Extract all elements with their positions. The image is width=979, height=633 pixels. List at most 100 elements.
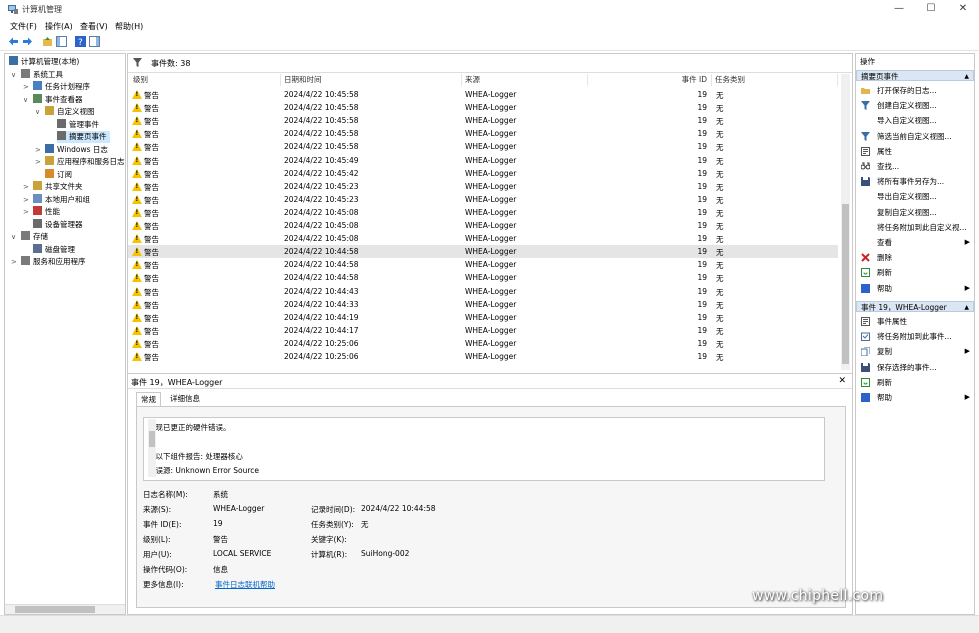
action-item[interactable]: 保存选择的事件... (856, 361, 974, 374)
table-row[interactable]: 警告 2024/4/22 10:45:58 WHEA-Logger 19 无 (128, 88, 838, 101)
table-row[interactable]: 警告 2024/4/22 10:45:58 WHEA-Logger 19 无 (128, 140, 838, 153)
event-description[interactable]: 出现已更正的硬件错误。 由以下组件报告: 处理器核心 错误源: Unknown … (143, 417, 825, 481)
action-item[interactable]: 筛选当前自定义视图... (856, 130, 974, 143)
tree-item[interactable]: ∨ 存储 (11, 231, 48, 243)
tree-scroll-thumb[interactable] (15, 606, 95, 613)
table-row[interactable]: 警告 2024/4/22 10:45:23 WHEA-Logger 19 无 (128, 193, 838, 206)
back-arrow-icon[interactable] (8, 36, 19, 47)
tree-expander-icon[interactable]: > (23, 194, 31, 206)
menu-view[interactable]: 查看(V) (80, 21, 108, 32)
tree-expander-icon[interactable]: > (23, 206, 31, 218)
show-action-pane-icon[interactable] (89, 36, 100, 47)
table-row[interactable]: 警告 2024/4/22 10:45:08 WHEA-Logger 19 无 (128, 206, 838, 219)
table-row[interactable]: 警告 2024/4/22 10:25:06 WHEA-Logger 19 无 (128, 337, 838, 350)
tree-item[interactable]: 摘要页事件 (57, 131, 110, 143)
tree-item[interactable]: 计算机管理(本地) (9, 56, 79, 68)
table-row[interactable]: 警告 2024/4/22 10:45:08 WHEA-Logger 19 无 (128, 232, 838, 245)
action-item[interactable]: 删除 (856, 251, 974, 264)
tree-item[interactable]: > 服务和应用程序 (11, 256, 86, 268)
tree-item[interactable]: > 性能 (23, 206, 60, 218)
tree-item[interactable]: ∨ 事件查看器 (23, 93, 83, 106)
tree-item[interactable]: > 应用程序和服务日志 (35, 156, 125, 168)
action-item[interactable]: 帮助 ▶ (856, 391, 974, 404)
action-item[interactable]: 刷新 (856, 376, 974, 389)
tree-item[interactable]: > 本地用户和组 (23, 193, 90, 206)
tree-expander-icon[interactable]: > (11, 256, 19, 268)
action-item[interactable]: 打开保存的日志... (856, 84, 974, 97)
tree-expander-icon[interactable]: ∨ (11, 69, 19, 81)
table-row[interactable]: 警告 2024/4/22 10:45:58 WHEA-Logger 19 无 (128, 114, 838, 127)
action-item[interactable]: 导入自定义视图... (856, 114, 974, 127)
tree-item[interactable]: 订阅 (45, 168, 72, 181)
tab-general[interactable]: 常规 (136, 392, 161, 407)
action-item[interactable]: 属性 (856, 145, 974, 158)
collapse-icon[interactable]: ▲ (964, 71, 969, 82)
tree-item[interactable]: 管理事件 (57, 118, 99, 131)
events-scroll-thumb[interactable] (842, 204, 849, 364)
table-row[interactable]: 警告 2024/4/22 10:44:43 WHEA-Logger 19 无 (128, 285, 838, 298)
action-item[interactable]: 将任务附加到此自定义视... (856, 221, 974, 234)
action-item[interactable]: 导出自定义视图... (856, 190, 974, 203)
menu-file[interactable]: 文件(F) (10, 21, 37, 32)
table-row[interactable]: 警告 2024/4/22 10:45:08 WHEA-Logger 19 无 (128, 219, 838, 232)
description-scroll-thumb[interactable] (149, 431, 155, 447)
table-row[interactable]: 警告 2024/4/22 10:44:33 WHEA-Logger 19 无 (128, 298, 838, 311)
action-item[interactable]: 事件属性 (856, 315, 974, 328)
minimize-button[interactable]: — (884, 2, 914, 16)
table-row[interactable]: 警告 2024/4/22 10:45:49 WHEA-Logger 19 无 (128, 154, 838, 167)
table-row[interactable]: 警告 2024/4/22 10:44:58 WHEA-Logger 19 无 (128, 258, 838, 271)
tree-item[interactable]: > Windows 日志 (35, 143, 108, 156)
forward-arrow-icon[interactable] (22, 36, 33, 47)
action-item[interactable]: 创建自定义视图... (856, 99, 974, 112)
tree-item[interactable]: ∨ 自定义视图 (35, 106, 95, 118)
column-event-id[interactable]: 事件 ID (588, 74, 712, 86)
table-row[interactable]: 警告 2024/4/22 10:45:58 WHEA-Logger 19 无 (128, 127, 838, 140)
table-row[interactable]: 警告 2024/4/22 10:45:58 WHEA-Logger 19 无 (128, 101, 838, 114)
action-item[interactable]: 将任务附加到此事件... (856, 330, 974, 343)
actions-section-event[interactable]: 事件 19，WHEA-Logger ▲ (856, 301, 974, 312)
column-task-category[interactable]: 任务类别 (712, 74, 838, 86)
tree-expander-icon[interactable]: > (23, 181, 31, 193)
tree-item[interactable]: ∨ 系统工具 (11, 68, 63, 81)
tree-horizontal-scrollbar[interactable] (5, 604, 125, 614)
action-item[interactable]: 查看 ▶ (856, 236, 974, 249)
events-scrollbar[interactable] (841, 74, 850, 370)
collapse-icon[interactable]: ▲ (964, 302, 969, 313)
close-button[interactable]: ✕ (948, 2, 978, 16)
help-icon[interactable]: ? (75, 36, 86, 47)
description-scrollbar[interactable] (148, 419, 156, 477)
tree-expander-icon[interactable]: ∨ (23, 94, 31, 106)
table-row[interactable]: 警告 2024/4/22 10:44:19 WHEA-Logger 19 无 (128, 311, 838, 324)
column-level[interactable]: 级别 (130, 74, 281, 86)
more-info-link[interactable]: 事件日志联机帮助 (215, 579, 275, 590)
up-folder-icon[interactable] (42, 36, 53, 47)
action-item[interactable]: 刷新 (856, 266, 974, 279)
action-item[interactable]: 查找... (856, 160, 974, 173)
table-row[interactable]: 警告 2024/4/22 10:45:42 WHEA-Logger 19 无 (128, 167, 838, 180)
action-item[interactable]: 将所有事件另存为... (856, 175, 974, 188)
column-source[interactable]: 来源 (462, 74, 588, 86)
tab-details[interactable]: 详细信息 (166, 392, 204, 406)
table-row[interactable]: 警告 2024/4/22 10:44:58 WHEA-Logger 19 无 (128, 245, 838, 259)
tree-item[interactable]: > 共享文件夹 (23, 181, 83, 193)
tree-expander-icon[interactable]: > (23, 81, 31, 93)
action-item[interactable]: 复制 ▶ (856, 345, 974, 358)
table-row[interactable]: 警告 2024/4/22 10:44:17 WHEA-Logger 19 无 (128, 324, 838, 337)
tree-expander-icon[interactable]: ∨ (11, 231, 19, 243)
tree-expander-icon[interactable]: ∨ (35, 106, 43, 118)
menu-help[interactable]: 帮助(H) (115, 21, 143, 32)
tree-item[interactable]: 磁盘管理 (33, 243, 75, 256)
action-item[interactable]: 帮助 ▶ (856, 282, 974, 295)
tree-expander-icon[interactable]: > (35, 156, 43, 168)
tree-expander-icon[interactable]: > (35, 144, 43, 156)
tree-item[interactable]: 设备管理器 (33, 218, 83, 231)
action-item[interactable]: 复制自定义视图... (856, 206, 974, 219)
show-hide-tree-icon[interactable] (56, 36, 67, 47)
menu-action[interactable]: 操作(A) (45, 21, 73, 32)
close-detail-icon[interactable]: ✕ (838, 376, 846, 386)
table-row[interactable]: 警告 2024/4/22 10:44:58 WHEA-Logger 19 无 (128, 271, 838, 284)
tree-item[interactable]: > 任务计划程序 (23, 81, 90, 93)
actions-section-summary[interactable]: 摘要页事件 ▲ (856, 70, 974, 81)
table-row[interactable]: 警告 2024/4/22 10:25:06 WHEA-Logger 19 无 (128, 350, 838, 363)
column-datetime[interactable]: 日期和时间 (281, 74, 462, 86)
